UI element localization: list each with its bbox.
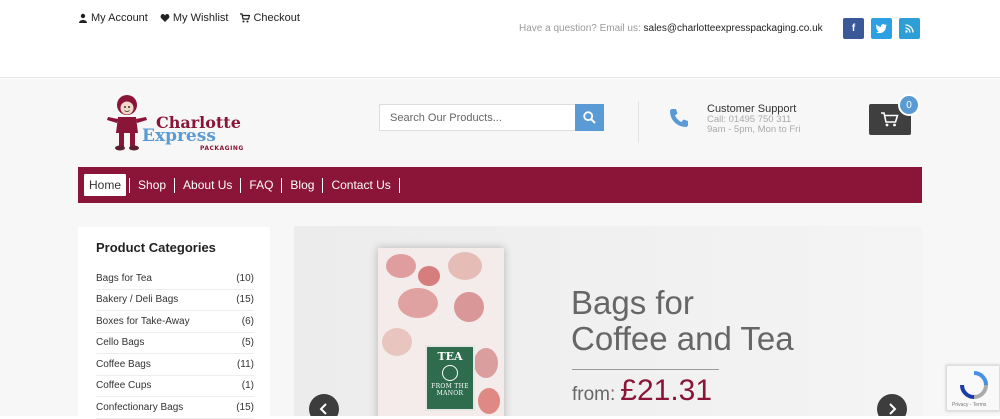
slide-headline: Bags for Coffee and Tea: [571, 285, 794, 357]
slider-next-button[interactable]: [877, 394, 907, 416]
tea-label: TEA FROM THE MANOR: [425, 345, 475, 411]
tea-bag-product-image[interactable]: TEA FROM THE MANOR: [378, 248, 504, 416]
cart-count-badge: 0: [898, 94, 920, 116]
category-name: Bakery / Deli Bags: [96, 294, 179, 306]
hero-slider: TEA FROM THE MANOR Bags for Coffee and T…: [294, 226, 922, 416]
category-count: (6): [241, 315, 254, 327]
recaptcha-icon: [960, 371, 988, 399]
site-header: Charlotte Express PACKAGING Customer Sup…: [0, 79, 1000, 203]
main-nav: Home Shop About Us FAQ Blog Contact Us: [78, 167, 922, 203]
slider-prev-button[interactable]: [309, 394, 339, 416]
nav-separator: [174, 177, 176, 193]
nav-separator: [398, 177, 400, 193]
category-name: Confectionary Bags: [96, 401, 184, 413]
tea-label-bottom: FROM THE MANOR: [431, 383, 469, 397]
my-wishlist-label: My Wishlist: [172, 12, 229, 24]
search-bar: [379, 104, 604, 131]
category-item[interactable]: Bakery / Deli Bags (15): [96, 290, 254, 311]
nav-faq[interactable]: FAQ: [244, 174, 278, 196]
contact-email-link[interactable]: sales@charlotteexpresspackaging.co.uk: [644, 23, 823, 34]
search-icon: [583, 111, 596, 124]
product-categories-panel: Product Categories Bags for Tea (10) Bake…: [78, 227, 270, 419]
categories-list: Bags for Tea (10) Bakery / Deli Bags (15) …: [96, 268, 254, 419]
logo-text-express: Express: [142, 126, 216, 146]
category-item[interactable]: Confectionary Bags (15): [96, 397, 254, 419]
category-count: (10): [236, 272, 254, 284]
nav-blog[interactable]: Blog: [285, 174, 319, 196]
heart-icon: [160, 14, 170, 22]
nav-separator: [129, 177, 131, 193]
recaptcha-links: Privacy - Terms: [952, 402, 987, 408]
category-count: (11): [236, 358, 254, 370]
tea-label-top: TEA: [437, 350, 463, 363]
category-name: Coffee Cups: [96, 380, 152, 392]
checkout-label: Checkout: [253, 12, 300, 24]
account-links: My Account My Wishlist Checkout: [78, 12, 300, 24]
category-count: (15): [236, 401, 254, 413]
top-bar: My Account My Wishlist Checkout Have a q…: [0, 0, 1000, 78]
nav-separator: [281, 177, 283, 193]
categories-title: Product Categories: [96, 240, 216, 255]
chevron-left-icon: [319, 403, 327, 415]
category-count: (15): [236, 294, 254, 306]
nav-home[interactable]: Home: [84, 174, 127, 196]
main-content: Product Categories Bags for Tea (10) Bake…: [0, 203, 1000, 419]
checkout-link[interactable]: Checkout: [240, 12, 300, 24]
nav-contact-us[interactable]: Contact Us: [326, 174, 395, 196]
category-name: Cello Bags: [96, 337, 145, 349]
category-name: Coffee Bags: [96, 358, 151, 370]
phone-icon: [670, 109, 688, 127]
nav-separator: [322, 177, 324, 193]
category-item[interactable]: Cello Bags (5): [96, 333, 254, 354]
contact-prefix: Have a question? Email us:: [519, 23, 641, 34]
my-account-label: My Account: [91, 12, 148, 24]
slide-price: from: £21.31: [572, 374, 712, 408]
slide-headline-line1: Bags for: [571, 284, 694, 321]
cart-icon: [240, 13, 251, 23]
category-name: Boxes for Take-Away: [96, 315, 190, 327]
search-button[interactable]: [575, 104, 604, 131]
category-count: (1): [241, 380, 254, 392]
shopping-cart-icon: [881, 112, 899, 127]
category-item[interactable]: Bags for Tea (10): [96, 268, 254, 290]
my-account-link[interactable]: My Account: [78, 12, 148, 24]
contact-info: Have a question? Email us: sales@charlot…: [519, 23, 823, 34]
category-name: Bags for Tea: [96, 272, 152, 284]
header-divider: [638, 101, 639, 143]
price-amount: £21.31: [620, 374, 713, 407]
recaptcha-badge[interactable]: Privacy - Terms: [946, 365, 1000, 411]
category-item[interactable]: Coffee Bags (11): [96, 354, 254, 376]
search-input[interactable]: [379, 104, 575, 131]
user-icon: [79, 13, 87, 23]
category-item[interactable]: Boxes for Take-Away (6): [96, 311, 254, 333]
customer-support: Customer Support Call: 01495 750 311 9am…: [707, 103, 800, 135]
nav-shop[interactable]: Shop: [133, 174, 171, 196]
rss-icon[interactable]: [899, 18, 920, 39]
nav-about-us[interactable]: About Us: [178, 174, 237, 196]
slide-divider: [572, 369, 719, 370]
crest-icon: [442, 365, 458, 381]
nav-separator: [240, 177, 242, 193]
price-from-label: from:: [572, 384, 616, 405]
twitter-icon[interactable]: [871, 18, 892, 39]
logo-text-packaging: PACKAGING: [200, 145, 244, 152]
facebook-icon[interactable]: f: [843, 18, 864, 39]
category-item[interactable]: Coffee Cups (1): [96, 376, 254, 397]
my-wishlist-link[interactable]: My Wishlist: [160, 12, 229, 24]
site-logo[interactable]: Charlotte Express PACKAGING: [104, 93, 249, 155]
chevron-right-icon: [889, 403, 897, 415]
support-hours: 9am - 5pm, Mon to Fri: [707, 124, 801, 135]
category-count: (5): [241, 337, 254, 349]
slide-headline-line2: Coffee and Tea: [571, 320, 794, 357]
